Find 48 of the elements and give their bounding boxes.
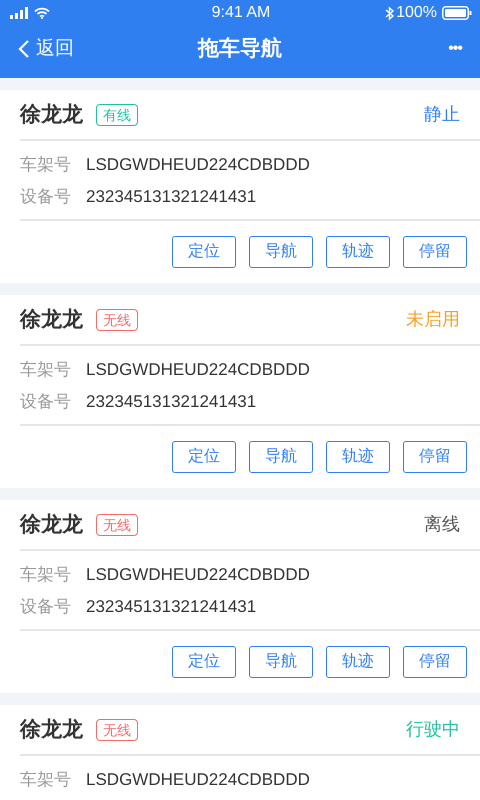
wifi-icon bbox=[34, 7, 50, 19]
signal-icon bbox=[10, 7, 30, 19]
page-title: 拖车导航 bbox=[198, 36, 282, 62]
field-value: LSDGWDHEUD224CDBDDD bbox=[86, 359, 310, 382]
field-label: 车架号 bbox=[20, 769, 72, 792]
action-button[interactable]: 导航 bbox=[249, 236, 313, 268]
action-button[interactable]: 导航 bbox=[249, 441, 313, 473]
battery-icon bbox=[442, 6, 472, 20]
owner-name: 徐龙龙 bbox=[20, 512, 83, 538]
owner-name: 徐龙龙 bbox=[20, 102, 83, 128]
field-value: LSDGWDHEUD224CDBDDD bbox=[86, 769, 310, 792]
action-button[interactable]: 定位 bbox=[172, 236, 236, 268]
owner-name: 徐龙龙 bbox=[20, 306, 83, 333]
field-label: 车架号 bbox=[20, 564, 72, 586]
more-button[interactable]: ••• bbox=[448, 37, 462, 61]
connection-tag: 无线 bbox=[96, 514, 138, 536]
action-button[interactable]: 停留 bbox=[403, 646, 467, 678]
action-button[interactable]: 停留 bbox=[403, 441, 467, 473]
field-label: 车架号 bbox=[20, 154, 72, 176]
vehicle-status: 静止 bbox=[424, 103, 460, 126]
vehicle-status: 未启用 bbox=[406, 308, 460, 331]
field-value: 232345131321241431 bbox=[86, 391, 256, 414]
action-button[interactable]: 定位 bbox=[172, 646, 236, 678]
action-button[interactable]: 轨迹 bbox=[326, 646, 390, 678]
bluetooth-icon bbox=[385, 6, 394, 20]
field-value: 232345131321241431 bbox=[86, 186, 256, 208]
status-time: 9:41 AM bbox=[212, 3, 270, 23]
owner-name: 徐龙龙 bbox=[20, 716, 83, 743]
connection-tag: 有线 bbox=[96, 104, 138, 126]
chevron-left-icon bbox=[18, 39, 30, 59]
field-value: 232345131321241431 bbox=[86, 596, 256, 618]
connection-tag: 无线 bbox=[96, 308, 138, 330]
field-value: LSDGWDHEUD224CDBDDD bbox=[86, 564, 310, 586]
vehicle-status: 离线 bbox=[424, 513, 460, 536]
field-label: 车架号 bbox=[20, 359, 72, 382]
action-button[interactable]: 轨迹 bbox=[326, 441, 390, 473]
action-button[interactable]: 轨迹 bbox=[326, 236, 390, 268]
field-label: 设备号 bbox=[20, 596, 72, 618]
action-button[interactable]: 导航 bbox=[249, 646, 313, 678]
connection-tag: 无线 bbox=[96, 718, 138, 740]
field-label: 设备号 bbox=[20, 186, 72, 208]
action-button[interactable]: 停留 bbox=[403, 236, 467, 268]
action-button[interactable]: 定位 bbox=[172, 441, 236, 473]
field-value: LSDGWDHEUD224CDBDDD bbox=[86, 154, 310, 176]
vehicle-status: 行驶中 bbox=[406, 718, 460, 741]
battery-percent: 100% bbox=[396, 3, 437, 23]
back-button[interactable]: 返回 bbox=[18, 34, 74, 64]
field-label: 设备号 bbox=[20, 391, 72, 414]
